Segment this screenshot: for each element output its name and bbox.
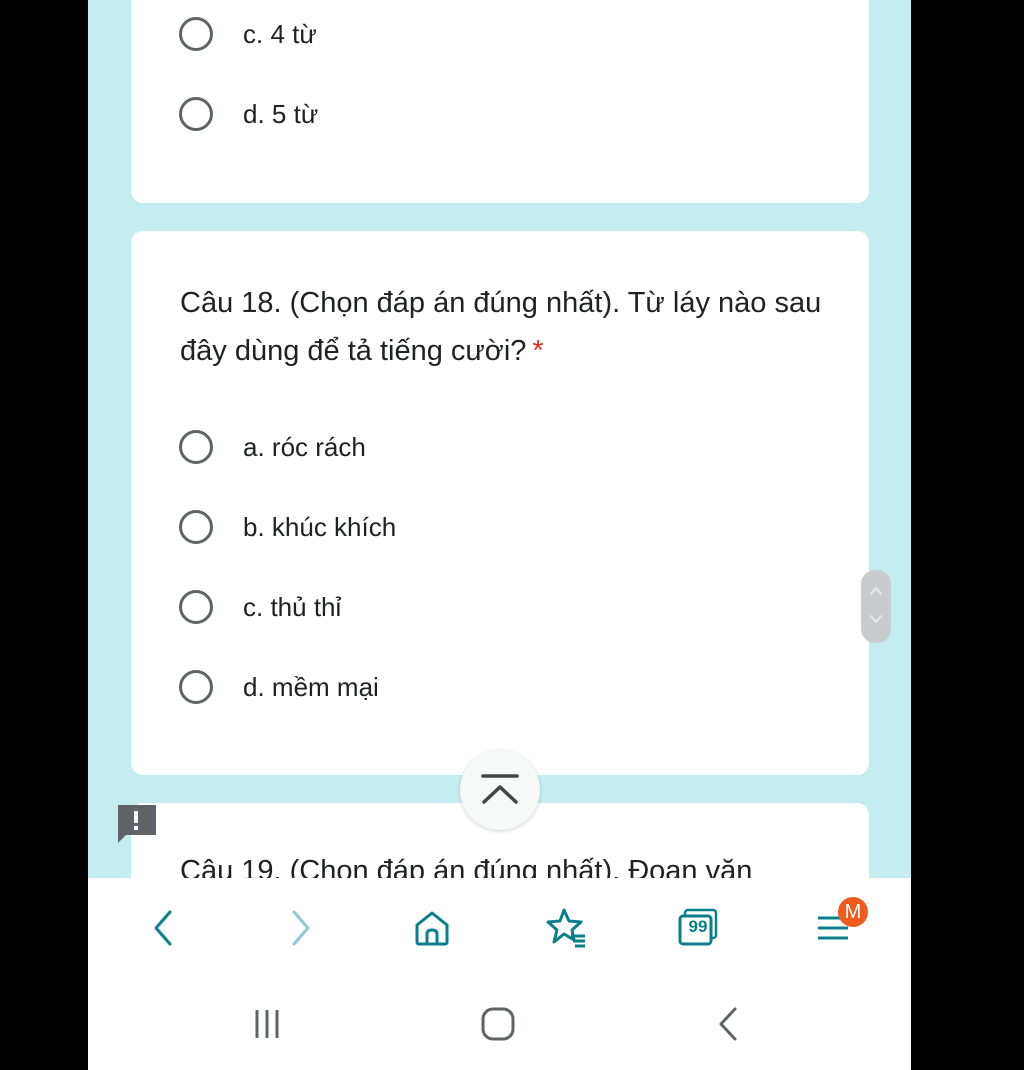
chevron-up-down-icon xyxy=(870,586,882,624)
back-icon xyxy=(719,1007,737,1041)
radio-button[interactable] xyxy=(179,670,213,704)
browser-screen: c. 4 từ d. 5 từ Câu 18. (Chọn đáp án đún… xyxy=(88,0,911,1070)
menu-notification-badge: M xyxy=(838,897,868,927)
home-icon xyxy=(415,911,449,946)
option-label: a. róc rách xyxy=(243,431,366,462)
system-navigation-bar xyxy=(88,978,911,1070)
option-d[interactable]: d. mềm mại xyxy=(179,667,379,707)
option-label: c. 4 từ xyxy=(243,18,317,49)
recents-icon xyxy=(255,1010,279,1038)
option-label: d. 5 từ xyxy=(243,98,319,129)
question-title: Câu 18. (Chọn đáp án đúng nhất). Từ láy … xyxy=(180,279,840,375)
radio-button[interactable] xyxy=(179,430,213,464)
question-title-text: Câu 18. (Chọn đáp án đúng nhất). Từ láy … xyxy=(180,287,822,367)
radio-button[interactable] xyxy=(179,590,213,624)
home-square-icon xyxy=(481,1007,515,1041)
option-b[interactable]: b. khúc khích xyxy=(179,507,396,547)
option-label: b. khúc khích xyxy=(243,511,397,542)
bookmarks-button[interactable] xyxy=(526,878,606,978)
tab-count: 99 xyxy=(688,917,708,936)
home-button[interactable] xyxy=(392,878,472,978)
menu-button[interactable]: M xyxy=(793,878,873,978)
forward-button[interactable] xyxy=(260,878,340,978)
chevron-right-icon xyxy=(292,910,310,946)
option-label: d. mềm mại xyxy=(243,671,379,702)
chevron-left-icon xyxy=(154,910,172,946)
bookmarks-star-icon xyxy=(546,908,585,948)
scroll-to-top-button[interactable] xyxy=(460,750,540,830)
system-back-button[interactable] xyxy=(684,978,774,1070)
required-marker: * xyxy=(532,335,544,367)
back-button[interactable] xyxy=(124,878,204,978)
radio-button[interactable] xyxy=(179,97,213,131)
question-card-previous: c. 4 từ d. 5 từ xyxy=(131,0,869,203)
tabs-button[interactable]: 99 xyxy=(658,878,738,978)
option-d-previous[interactable]: d. 5 từ xyxy=(179,94,318,134)
option-label: c. thủ thỉ xyxy=(243,591,342,622)
option-c-previous[interactable]: c. 4 từ xyxy=(179,14,317,54)
report-feedback-icon[interactable] xyxy=(116,803,156,843)
browser-toolbar: 99 M xyxy=(88,878,911,978)
radio-button[interactable] xyxy=(179,510,213,544)
scroll-to-top-icon xyxy=(481,774,519,804)
recents-button[interactable] xyxy=(222,978,312,1070)
option-a[interactable]: a. róc rách xyxy=(179,427,366,467)
option-c[interactable]: c. thủ thỉ xyxy=(179,587,341,627)
fast-scroll-handle[interactable] xyxy=(861,570,891,643)
question-card-18: Câu 18. (Chọn đáp án đúng nhất). Từ láy … xyxy=(131,231,869,775)
system-home-button[interactable] xyxy=(453,978,543,1070)
radio-button[interactable] xyxy=(179,17,213,51)
